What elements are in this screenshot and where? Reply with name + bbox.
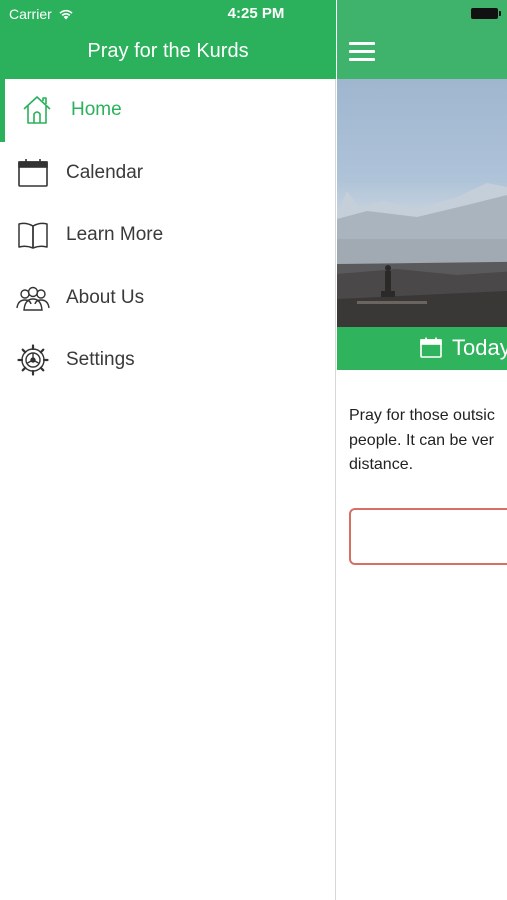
menu-item-label: About Us xyxy=(66,286,145,308)
date-label: Today xyxy=(452,335,507,360)
prayer-line: distance. xyxy=(349,456,414,473)
drawer-header: Carrier 4:25 PM Pray for the Kurds xyxy=(0,0,336,79)
drawer-menu: Home Calendar Learn More About Us Settin… xyxy=(0,79,335,392)
menu-item-home[interactable]: Home xyxy=(0,79,335,142)
menu-item-about-us[interactable]: About Us xyxy=(0,267,335,330)
menu-item-label: Calendar xyxy=(66,161,144,183)
gear-icon xyxy=(16,343,50,377)
menu-item-label: Home xyxy=(71,99,122,121)
people-icon xyxy=(16,281,50,315)
prayer-line: people. It can be ver xyxy=(349,431,494,449)
drawer-title: Pray for the Kurds xyxy=(87,40,249,62)
hero-image xyxy=(337,79,507,327)
prayer-text: Pray for those outsic people. It can be … xyxy=(349,404,507,478)
main-content: Today Pray for those outsic people. It c… xyxy=(337,0,507,900)
calendar-icon xyxy=(420,337,442,358)
menu-item-label: Learn More xyxy=(66,224,164,246)
book-icon xyxy=(16,218,50,252)
prayer-line: Pray for those outsic xyxy=(349,407,495,424)
status-time: 4:25 PM xyxy=(227,5,285,22)
menu-item-calendar[interactable]: Calendar xyxy=(0,142,335,205)
menu-toggle-icon[interactable] xyxy=(349,42,375,62)
navigation-drawer: Carrier 4:25 PM Pray for the Kurds Home xyxy=(0,0,336,900)
menu-item-label: Settings xyxy=(66,349,135,371)
date-bar[interactable]: Today xyxy=(337,327,507,370)
home-icon xyxy=(20,93,54,127)
action-button[interactable] xyxy=(349,508,507,565)
menu-item-learn-more[interactable]: Learn More xyxy=(0,204,335,267)
calendar-icon xyxy=(16,156,50,190)
menu-item-settings[interactable]: Settings xyxy=(0,329,335,392)
